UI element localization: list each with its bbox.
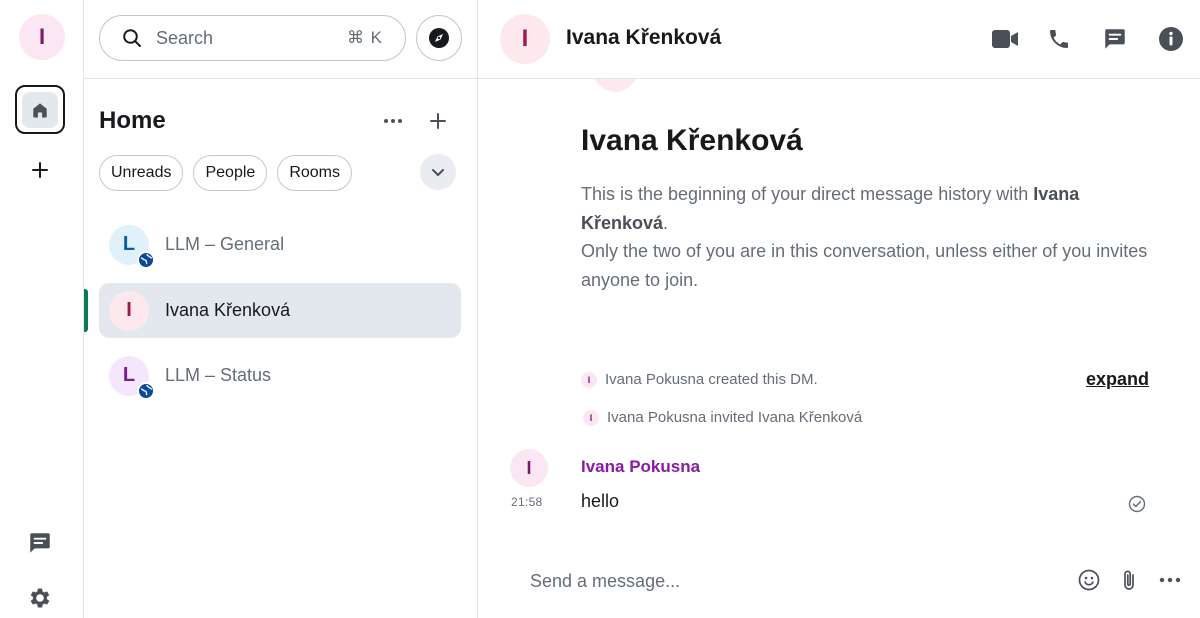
filter-unreads[interactable]: Unreads — [99, 155, 184, 191]
room-header-avatar[interactable]: I — [500, 14, 550, 64]
room-avatar: L — [109, 355, 155, 400]
message-body: hello — [581, 491, 620, 511]
globe-icon — [137, 250, 155, 269]
active-room-indicator — [84, 289, 88, 332]
room-info-button[interactable] — [1156, 24, 1186, 54]
video-call-icon — [992, 30, 1018, 48]
intro-line1-suffix: . — [663, 212, 669, 233]
intro-room-name: Ivana Křenková — [581, 124, 803, 157]
intro-line2: Only the two of you are in this conversa… — [581, 241, 1148, 290]
threads-button[interactable] — [26, 529, 54, 557]
threads-icon — [30, 533, 50, 553]
room-header: I Ivana Křenková — [478, 0, 1200, 79]
more-options-icon — [1159, 577, 1181, 583]
attachment-button[interactable] — [1116, 567, 1142, 593]
room-avatar: L — [109, 224, 155, 269]
room-header-name[interactable]: Ivana Křenková — [566, 26, 721, 50]
room-name: LLM – General — [165, 234, 285, 254]
room-name: Ivana Křenková — [165, 300, 291, 320]
voice-call-button[interactable] — [1044, 24, 1074, 54]
message-sender-avatar[interactable]: I — [510, 449, 548, 487]
explore-rooms-button[interactable] — [416, 15, 462, 61]
search-input[interactable]: Search ⌘ K — [99, 15, 406, 61]
room-list-item[interactable]: L LLM – Status — [99, 348, 461, 403]
gear-icon — [30, 588, 50, 608]
threads-button[interactable] — [1100, 24, 1130, 54]
room-avatar: I — [109, 290, 149, 331]
read-receipt[interactable] — [1128, 495, 1146, 513]
timeline-event: I Ivana Pokusna created this DM. — [581, 371, 818, 388]
create-space-button[interactable] — [27, 157, 53, 183]
timeline-event: I Ivana Pokusna invited Ivana Křenková — [583, 409, 862, 426]
search-placeholder: Search — [156, 27, 214, 48]
add-room-button[interactable] — [426, 109, 450, 133]
threads-icon — [1105, 29, 1125, 49]
room-list-options-button[interactable] — [381, 109, 405, 133]
event-text: Ivana Pokusna created this DM. — [605, 371, 818, 388]
message-sender-name[interactable]: Ivana Pokusna — [581, 457, 700, 477]
sent-check-icon — [1128, 495, 1146, 513]
video-call-button[interactable] — [990, 24, 1020, 54]
more-options-button[interactable] — [1157, 567, 1183, 593]
search-shortcut: ⌘ K — [346, 28, 383, 47]
room-list-title: Home — [99, 107, 166, 134]
event-avatar: I — [581, 371, 597, 388]
user-menu-avatar[interactable]: I — [19, 14, 65, 60]
expand-filters-button[interactable] — [420, 154, 456, 190]
room-info-icon — [1159, 27, 1183, 51]
room-list-item[interactable]: L LLM – General — [99, 217, 461, 272]
message-timestamp: 21:58 — [511, 495, 543, 509]
event-text: Ivana Pokusna invited Ivana Křenková — [607, 409, 863, 426]
search-icon — [122, 28, 142, 48]
room-name: LLM – Status — [165, 365, 272, 385]
quick-settings-button[interactable] — [26, 584, 54, 612]
plus-icon — [32, 162, 48, 178]
more-options-icon — [384, 119, 402, 123]
intro-line1-prefix: This is the beginning of your direct mes… — [581, 184, 1034, 204]
home-space-button[interactable] — [15, 85, 65, 134]
room-filters: Unreads People Rooms — [99, 155, 352, 191]
message-composer-input[interactable]: Send a message... — [530, 566, 1070, 596]
intro-description: This is the beginning of your direct mes… — [581, 180, 1161, 294]
filter-people[interactable]: People — [193, 155, 268, 191]
plus-icon — [430, 113, 446, 129]
compass-icon — [429, 28, 449, 48]
emoji-icon — [1078, 569, 1100, 591]
home-icon — [33, 102, 47, 117]
voice-call-icon — [1050, 30, 1068, 48]
space-bar: I — [0, 0, 84, 618]
room-view: I Ivana Křenková Ivana Křenková This is … — [478, 0, 1200, 618]
room-list-panel: Search ⌘ K Home Unreads People Rooms L L… — [84, 0, 478, 618]
chevron-down-icon — [432, 168, 444, 176]
globe-icon — [137, 381, 155, 400]
room-list-topbar: Search ⌘ K — [84, 0, 477, 79]
attachment-icon — [1124, 570, 1134, 590]
emoji-button[interactable] — [1076, 567, 1102, 593]
room-list-item-active[interactable]: I Ivana Křenková — [84, 283, 461, 338]
event-avatar: I — [583, 409, 599, 426]
filter-rooms[interactable]: Rooms — [277, 155, 352, 191]
expand-events-link[interactable]: expand — [1086, 369, 1149, 390]
